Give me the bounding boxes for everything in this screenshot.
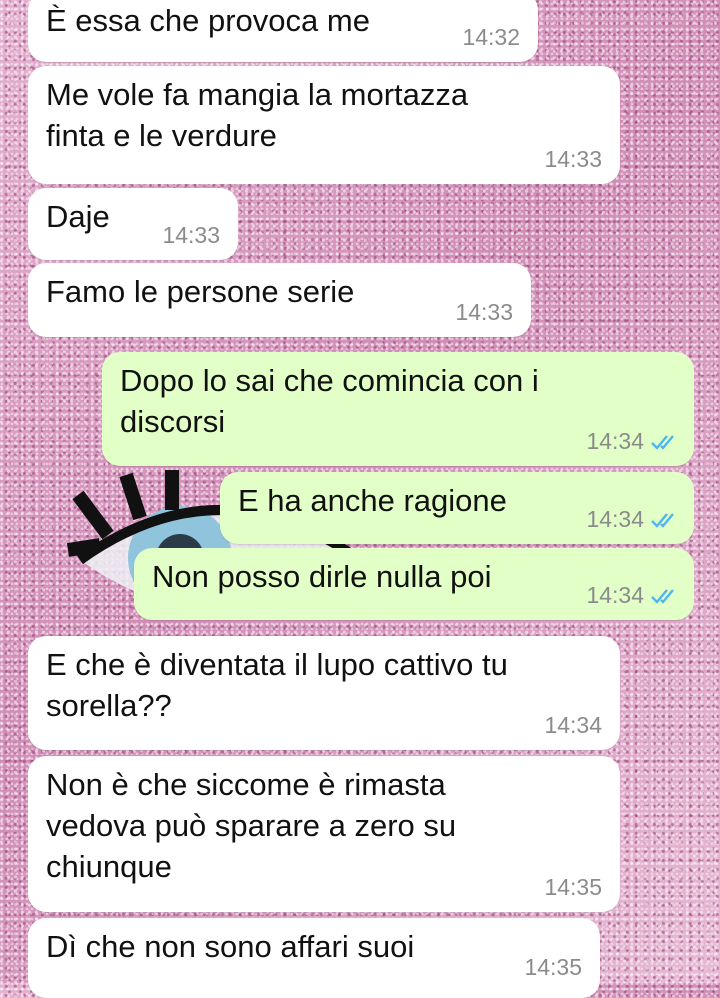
message-text: Famo le persone serie bbox=[46, 274, 355, 309]
message-text: Me vole fa mangia la mortazza bbox=[46, 77, 469, 112]
message-text: vedova può sparare a zero su bbox=[46, 808, 457, 843]
message-timestamp: 14:34 bbox=[586, 582, 644, 608]
message-timestamp: 14:35 bbox=[524, 954, 582, 980]
message-bubble-incoming[interactable]: Non è che siccome è rimasta vedova può s… bbox=[28, 756, 620, 912]
double-check-read-icon bbox=[651, 513, 674, 528]
message-text: Non è che siccome è rimasta bbox=[46, 767, 446, 802]
message-bubble-incoming[interactable]: Daje 14:33 bbox=[28, 188, 238, 260]
message-timestamp: 14:33 bbox=[544, 146, 602, 172]
message-timestamp: 14:34 bbox=[586, 428, 644, 454]
message-text: finta e le verdure bbox=[46, 118, 277, 153]
message-bubble-incoming[interactable]: Dì che non sono affari suoi 14:35 bbox=[28, 918, 600, 998]
message-bubble-outgoing[interactable]: Non posso dirle nulla poi 14:34 bbox=[134, 548, 694, 620]
double-check-read-icon bbox=[651, 589, 674, 604]
message-text: Dopo lo sai che comincia con i bbox=[120, 363, 539, 398]
message-bubble-incoming[interactable]: Famo le persone serie 14:33 bbox=[28, 263, 531, 337]
message-bubble-incoming[interactable]: Me vole fa mangia la mortazza finta e le… bbox=[28, 66, 620, 184]
message-timestamp: 14:35 bbox=[544, 874, 602, 900]
message-bubble-incoming[interactable]: E che è diventata il lupo cattivo tu sor… bbox=[28, 636, 620, 750]
message-timestamp: 14:32 bbox=[462, 24, 520, 50]
message-timestamp: 14:33 bbox=[162, 222, 220, 248]
message-bubble-outgoing[interactable]: Dopo lo sai che comincia con i discorsi … bbox=[102, 352, 694, 466]
message-timestamp: 14:34 bbox=[544, 712, 602, 738]
message-text: sorella?? bbox=[46, 688, 172, 723]
message-timestamp: 14:34 bbox=[586, 506, 644, 532]
message-bubble-outgoing[interactable]: E ha anche ragione 14:34 bbox=[220, 472, 694, 544]
message-text: chiunque bbox=[46, 849, 172, 884]
message-text: Dì che non sono affari suoi bbox=[46, 929, 415, 964]
message-text: E che è diventata il lupo cattivo tu bbox=[46, 647, 508, 682]
message-timestamp: 14:33 bbox=[455, 299, 513, 325]
message-text: È essa che provoca me bbox=[46, 3, 370, 38]
message-bubble-incoming[interactable]: È essa che provoca me 14:32 bbox=[28, 0, 538, 62]
double-check-read-icon bbox=[651, 435, 674, 450]
